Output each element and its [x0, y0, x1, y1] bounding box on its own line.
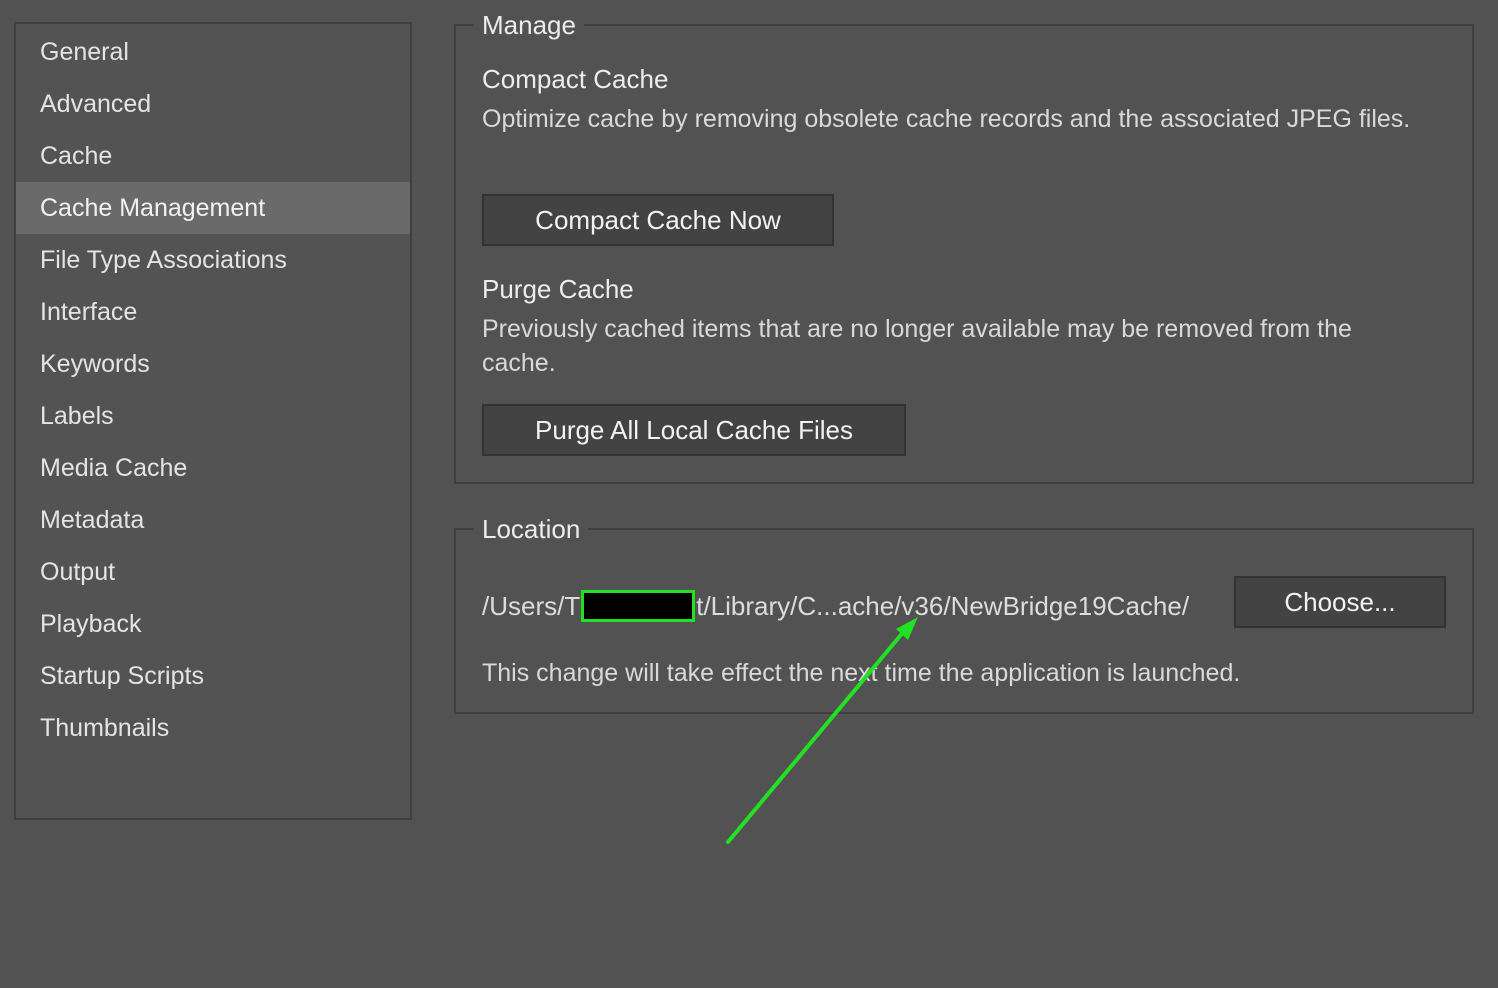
manage-legend: Manage	[474, 8, 584, 42]
sidebar-item-thumbnails[interactable]: Thumbnails	[16, 702, 410, 754]
path-prefix: /Users/T	[482, 591, 581, 621]
sidebar-item-startup-scripts[interactable]: Startup Scripts	[16, 650, 410, 702]
sidebar-item-labels[interactable]: Labels	[16, 390, 410, 442]
sidebar-item-output[interactable]: Output	[16, 546, 410, 598]
sidebar-item-playback[interactable]: Playback	[16, 598, 410, 650]
sidebar-item-interface[interactable]: Interface	[16, 286, 410, 338]
compact-cache-now-button[interactable]: Compact Cache Now	[482, 194, 834, 246]
location-change-note: This change will take effect the next ti…	[482, 659, 1241, 687]
sidebar-item-keywords[interactable]: Keywords	[16, 338, 410, 390]
sidebar-item-general[interactable]: General	[16, 26, 410, 78]
cache-location-path: /Users/T t/Library/C...ache/v36/NewBridg…	[482, 582, 1189, 630]
purge-cache-heading: Purge Cache	[482, 274, 634, 304]
sidebar-item-metadata[interactable]: Metadata	[16, 494, 410, 546]
redaction-box	[581, 590, 696, 622]
sidebar-item-cache-management[interactable]: Cache Management	[16, 182, 410, 234]
preferences-sidebar: General Advanced Cache Cache Management …	[14, 22, 412, 820]
sidebar-item-cache[interactable]: Cache	[16, 130, 410, 182]
compact-cache-description: Optimize cache by removing obsolete cach…	[482, 105, 1411, 133]
sidebar-item-file-type-associations[interactable]: File Type Associations	[16, 234, 410, 286]
path-suffix: t/Library/C...ache/v36/NewBridge19Cache/	[696, 591, 1190, 621]
location-group: Location /Users/T t/Library/C...ache/v36…	[454, 512, 1474, 714]
location-legend: Location	[474, 512, 589, 546]
purge-cache-description: Previously cached items that are no long…	[482, 315, 1352, 377]
compact-cache-heading: Compact Cache	[482, 64, 669, 94]
sidebar-item-advanced[interactable]: Advanced	[16, 78, 410, 130]
choose-location-button[interactable]: Choose...	[1234, 576, 1446, 628]
sidebar-item-media-cache[interactable]: Media Cache	[16, 442, 410, 494]
manage-group: Manage Compact Cache Optimize cache by r…	[454, 8, 1474, 484]
purge-all-local-cache-files-button[interactable]: Purge All Local Cache Files	[482, 404, 906, 456]
